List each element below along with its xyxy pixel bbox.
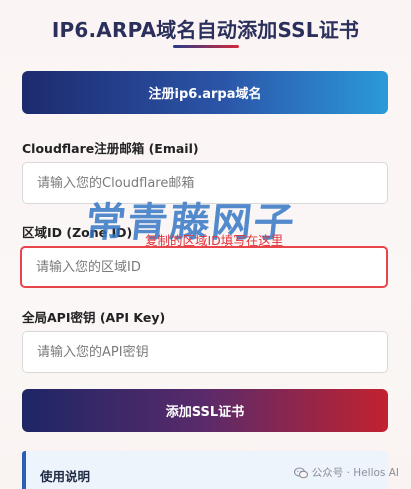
zone-id-field[interactable] <box>20 246 388 288</box>
register-domain-button[interactable]: 注册ip6.arpa域名 <box>22 71 388 114</box>
footer-watermark: 公众号 · Hellos AI <box>293 465 399 480</box>
email-field[interactable] <box>22 162 388 204</box>
footer-text: 公众号 · Hellos AI <box>311 467 399 479</box>
api-key-field[interactable] <box>22 331 388 373</box>
api-key-label: 全局API密钥 (API Key) <box>22 310 166 325</box>
zone-id-label: 区域ID (Zone ID) <box>22 225 133 240</box>
add-ssl-button[interactable]: 添加SSL证书 <box>22 389 388 432</box>
email-label: Cloudflare注册邮箱 (Email) <box>22 141 199 156</box>
wechat-icon <box>293 466 308 479</box>
title-underline <box>173 45 239 48</box>
page: IP6.ARPA域名自动添加SSL证书 注册ip6.arpa域名 Cloudfl… <box>0 0 411 489</box>
page-title: IP6.ARPA域名自动添加SSL证书 <box>51 18 360 42</box>
usage-title: 使用说明 <box>40 469 91 484</box>
